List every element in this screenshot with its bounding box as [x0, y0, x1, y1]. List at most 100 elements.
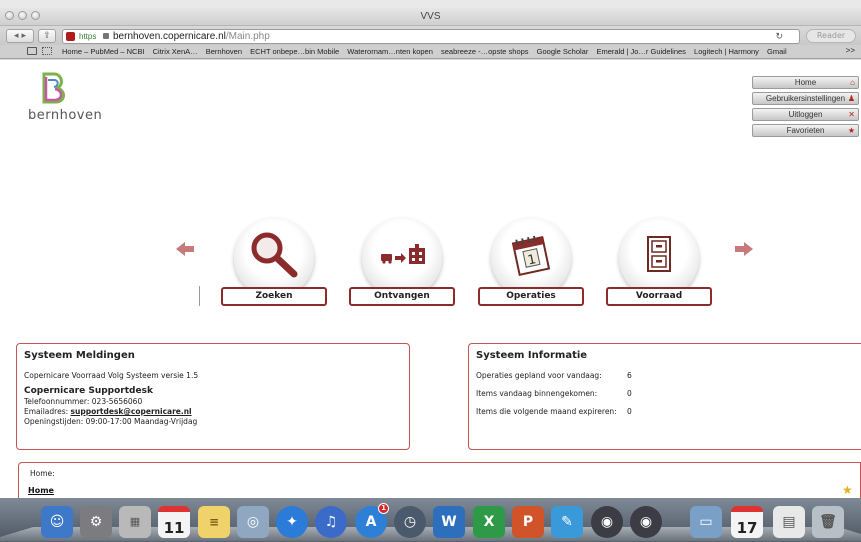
bookmark-item[interactable]: seabreeze -…opste shops [441, 47, 529, 56]
documents-stack-icon[interactable]: ▤ [773, 506, 805, 538]
url-path: /Main.php [225, 31, 270, 42]
bookmarks-more-button[interactable]: >> [846, 46, 855, 55]
system-preferences-icon[interactable]: ⚙ [80, 506, 112, 538]
carousel-prev-arrow-icon[interactable] [176, 242, 194, 256]
favorites-button[interactable]: Favorieten ★ [752, 124, 859, 137]
app-store-badge: 1 [378, 503, 389, 514]
user-settings-button[interactable]: Gebruikersinstellingen ♟ [752, 92, 859, 105]
info-label: Items die volgende maand expireren: [476, 407, 617, 416]
home-button[interactable]: Home ⌂ [752, 76, 859, 89]
tile-voorraad[interactable]: Voorraad [606, 218, 712, 308]
mac-menu-bar [0, 0, 861, 8]
word-icon[interactable]: W [433, 506, 465, 538]
bookmark-item[interactable]: ECHT onbepe…bin Mobile [250, 47, 339, 56]
reading-list-icon[interactable] [27, 47, 37, 55]
top-sites-icon[interactable] [42, 47, 52, 55]
side-menu: Home ⌂ Gebruikersinstellingen ♟ Uitlogge… [752, 76, 861, 140]
address-bar[interactable]: https bernhoven.copernicare.nl/Main.php … [62, 29, 800, 44]
phone-line: Telefoonnummer: 023-5656060 [24, 397, 143, 406]
email-label: Emailadres: [24, 407, 71, 416]
home-button-label: Home [794, 78, 817, 87]
magnifier-icon [251, 232, 298, 278]
info-label: Operaties gepland voor vandaag: [476, 371, 602, 380]
preview-icon[interactable]: ◎ [237, 506, 269, 538]
carousel-next-arrow-icon[interactable] [735, 242, 753, 256]
back-icon[interactable]: ◂ [14, 31, 19, 41]
bookmarks-bar: Home – PubMed – NCBI Citrix XenA… Bernho… [0, 45, 861, 59]
info-value: 0 [627, 407, 632, 416]
trash-icon[interactable]: 🗑 [812, 506, 844, 538]
system-info-title: Systeem Informatie [476, 350, 588, 361]
itunes-icon[interactable]: ♫ [315, 506, 347, 538]
url-text: bernhoven.copernicare.nl/Main.php [113, 30, 270, 43]
lock-icon [103, 33, 109, 39]
bookmark-item[interactable]: Citrix XenA… [153, 47, 198, 56]
tile-ontvangen[interactable]: Ontvangen [349, 218, 455, 308]
user-icon: ♟ [847, 94, 855, 103]
hours-line: Openingstijden: 09:00-17:00 Maandag-Vrij… [24, 417, 198, 426]
reload-icon[interactable]: ↻ [775, 30, 783, 43]
share-button[interactable]: ⇪ [38, 29, 56, 43]
star-icon: ★ [847, 126, 855, 135]
tile-zoeken[interactable]: Zoeken [221, 218, 327, 308]
logo-text: bernhoven [28, 108, 103, 123]
bookmark-item[interactable]: Emerald | Jo…r Guidelines [596, 47, 685, 56]
email-line: Emailadres: supportdesk@copernicare.nl [24, 407, 192, 416]
finder-icon[interactable]: ☺ [41, 506, 73, 538]
system-notices-title: Systeem Meldingen [24, 350, 135, 361]
breadcrumb-label: Home: [30, 469, 55, 478]
safari-icon[interactable]: ✦ [276, 506, 308, 538]
bookmark-item[interactable]: Google Scholar [537, 47, 589, 56]
excel-icon[interactable]: X [473, 506, 505, 538]
reader-button[interactable]: Reader [806, 29, 856, 43]
logout-button[interactable]: Uitloggen ✕ [752, 108, 859, 121]
app-store-icon[interactable]: A1 [355, 503, 389, 538]
tile-operaties-label: Operaties [478, 287, 584, 306]
notes-icon[interactable]: ≡ [198, 506, 230, 538]
bookmark-item[interactable]: Logitech | Harmony [694, 47, 759, 56]
favorite-star-icon[interactable]: ★ [842, 483, 853, 497]
window-titlebar: VVS [0, 8, 861, 26]
breadcrumb-panel: Home: Home [18, 462, 861, 498]
web-page: bernhoven Home ⌂ Gebruikersinstellingen … [0, 60, 861, 498]
calculator-icon[interactable]: ▦ [119, 506, 151, 538]
share-icon: ⇪ [43, 31, 51, 41]
tile-voorraad-label: Voorraad [606, 287, 712, 306]
paint-icon[interactable]: ✎ [551, 506, 583, 538]
applications-folder-icon[interactable]: ▭ [690, 506, 722, 538]
support-title: Copernicare Supportdesk [24, 386, 153, 396]
time-machine-icon[interactable]: ◷ [394, 506, 426, 538]
info-row: Items die volgende maand expireren: [476, 407, 646, 416]
calendar-app-2-icon[interactable]: 17 [731, 506, 763, 538]
info-value: 6 [627, 371, 632, 380]
calendar-icon: 1 [511, 235, 551, 276]
home-icon: ⌂ [850, 78, 855, 87]
bookmark-item[interactable]: Waterornam…nten kopen [347, 47, 433, 56]
powerpoint-icon[interactable]: P [512, 506, 544, 538]
tile-ontvangen-label: Ontvangen [349, 287, 455, 306]
logout-label: Uitloggen [788, 110, 823, 119]
bookmark-item[interactable]: Gmail [767, 47, 787, 56]
tile-zoeken-label: Zoeken [221, 287, 327, 306]
window-title: VVS [420, 11, 441, 22]
info-label: Items vandaag binnengekomen: [476, 389, 598, 398]
filing-cabinet-icon [647, 236, 671, 272]
breadcrumb-home-link[interactable]: Home [28, 486, 54, 495]
support-email-link[interactable]: supportdesk@copernicare.nl [71, 407, 192, 416]
bookmark-item[interactable]: Home – PubMed – NCBI [62, 47, 145, 56]
calendar-app-icon[interactable]: 11 [158, 506, 190, 538]
browser-toolbar: ◂ ▸ ⇪ https bernhoven.copernicare.nl/Mai… [0, 27, 861, 45]
user-settings-label: Gebruikersinstellingen [765, 94, 846, 103]
url-scheme: https [79, 32, 97, 41]
back-forward-buttons[interactable]: ◂ ▸ [6, 29, 34, 43]
favorites-label: Favorieten [786, 126, 825, 135]
media-app-2-icon[interactable]: ◉ [630, 506, 662, 538]
media-app-icon[interactable]: ◉ [591, 506, 623, 538]
bernhoven-logo-icon [42, 72, 65, 104]
info-row: Operaties gepland voor vandaag: [476, 371, 646, 380]
bookmark-item[interactable]: Bernhoven [206, 47, 242, 56]
forward-icon[interactable]: ▸ [21, 31, 26, 41]
mac-dock: ☺ ⚙ ▦ 11 ≡ ◎ ✦ ♫ A1 ◷ W X P ✎ ◉ ◉ ▭ 17 ▤… [0, 498, 861, 542]
tile-operaties[interactable]: 1 Operaties [478, 218, 584, 308]
version-line: Copernicare Voorraad Volg Systeem versie… [24, 371, 199, 380]
